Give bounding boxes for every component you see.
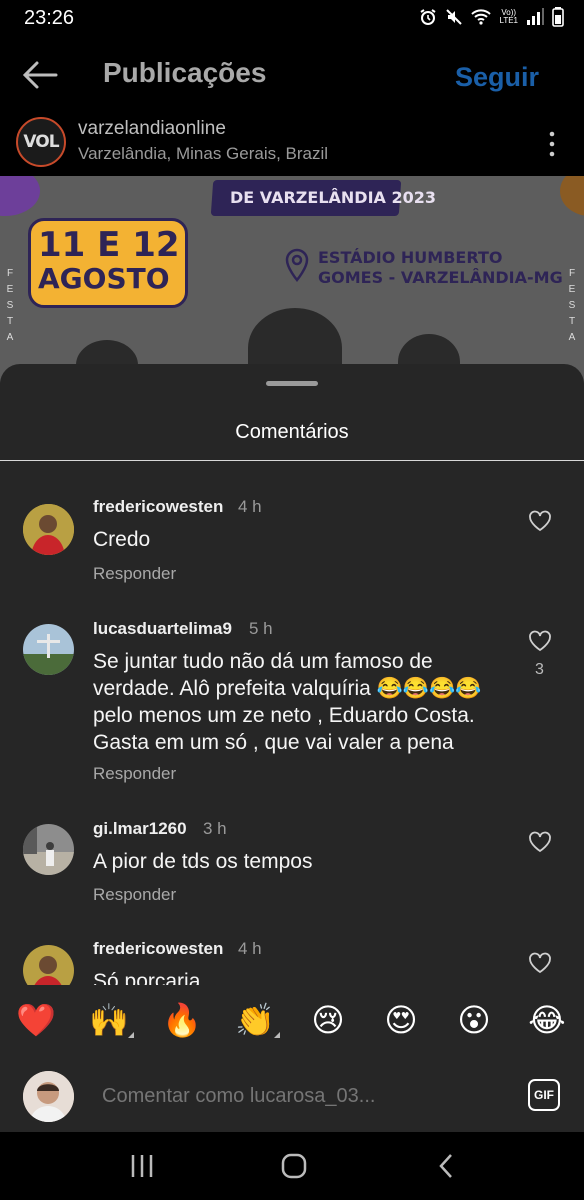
reaction-heart-eyes[interactable]: 😍: [379, 1000, 423, 1040]
commenter-avatar[interactable]: [23, 624, 74, 675]
reaction-raised-hands[interactable]: 🙌: [87, 1000, 131, 1040]
poster-banner-text: DE VARZELÂNDIA 2023: [230, 188, 436, 207]
system-nav-bar: [0, 1132, 584, 1200]
divider: [0, 460, 584, 461]
poster-dates-line1: 11 E 12: [38, 225, 180, 265]
comment-time: 5 h: [249, 619, 273, 638]
status-bar: 23:26 Vo)) LTE1: [0, 0, 584, 38]
comment-input[interactable]: [102, 1085, 502, 1108]
poster-venue-line2: GOMES - VARZELÂNDIA-MG: [318, 268, 563, 287]
quick-reactions-bar: ❤️ 🙌 🔥 👏 😢 😍 😮 😂: [0, 990, 584, 1052]
reaction-surprised[interactable]: 😮: [452, 1000, 496, 1040]
reaction-heart[interactable]: ❤️: [14, 1000, 58, 1040]
comment-username[interactable]: fredericowesten: [93, 497, 223, 517]
avatar-photo: [23, 624, 74, 675]
wifi-icon: [471, 9, 492, 25]
back-arrow-icon[interactable]: [22, 60, 58, 90]
network-label: Vo)) LTE1: [499, 8, 518, 25]
poster-decoration: [0, 176, 40, 216]
post-image[interactable]: DE VARZELÂNDIA 2023 11 E 12 AGOSTO ESTÁD…: [0, 176, 584, 386]
avatar-photo: [23, 504, 74, 555]
location-pin-icon: [285, 248, 309, 282]
skin-tone-indicator: [128, 1032, 134, 1038]
recent-apps-icon[interactable]: [130, 1152, 154, 1180]
comment-item: lucasduartelima9 5 h Se juntar tudo não …: [0, 612, 584, 792]
comment-text: A pior de tds os tempos: [93, 850, 313, 873]
top-app-bar: Publicações Seguir: [0, 38, 584, 110]
post-location[interactable]: Varzelândia, Minas Gerais, Brazil: [78, 144, 328, 164]
battery-icon: [552, 7, 564, 27]
skin-tone-indicator: [274, 1032, 280, 1038]
comment-text: Credo: [93, 528, 151, 551]
account-avatar[interactable]: VOL: [16, 117, 66, 167]
comment-text: Se juntar tudo não dá um famoso de verda…: [93, 650, 482, 754]
like-heart-icon[interactable]: [528, 510, 552, 532]
poster-venue-line1: ESTÁDIO HUMBERTO: [318, 248, 503, 267]
my-avatar: [23, 1071, 74, 1122]
comment-time: 4 h: [238, 939, 262, 958]
reaction-laughing[interactable]: 😂: [525, 1000, 569, 1040]
comment-item: fredericowesten 4 h Credo Responder: [0, 490, 584, 590]
avatar-photo: [23, 945, 74, 985]
signal-icon: [527, 8, 544, 25]
avatar-photo: [23, 824, 74, 875]
drag-handle[interactable]: [266, 381, 318, 386]
commenter-avatar[interactable]: [23, 945, 74, 985]
comment-time: 3 h: [203, 819, 227, 838]
comment-username[interactable]: fredericowesten: [93, 939, 223, 959]
more-options-icon[interactable]: [545, 128, 559, 160]
comment-item: gi.lmar1260 3 h A pior de tds os tempos …: [0, 812, 584, 912]
status-icons: Vo)) LTE1: [419, 6, 564, 28]
commenter-avatar[interactable]: [23, 504, 74, 555]
mute-icon: [446, 9, 463, 25]
poster-dates-line2: AGOSTO: [38, 262, 170, 295]
reply-button[interactable]: Responder: [93, 764, 176, 784]
reply-button[interactable]: Responder: [93, 564, 176, 584]
reply-button[interactable]: Responder: [93, 885, 176, 905]
like-heart-icon[interactable]: [528, 831, 552, 853]
poster-dates-text: 11 E 12 AGOSTO: [38, 228, 180, 296]
comment-username[interactable]: gi.lmar1260: [93, 819, 187, 839]
avatar-photo: [23, 1071, 74, 1122]
like-count: 3: [535, 661, 544, 678]
poster-side-text: FESTA: [568, 268, 576, 343]
gif-button[interactable]: GIF: [528, 1079, 560, 1111]
home-icon[interactable]: [280, 1152, 308, 1180]
back-icon[interactable]: [436, 1152, 456, 1180]
like-heart-icon[interactable]: [528, 630, 552, 652]
comments-title: Comentários: [235, 421, 349, 443]
poster-side-text: FESTA: [6, 268, 14, 343]
commenter-avatar[interactable]: [23, 824, 74, 875]
reaction-fire[interactable]: 🔥: [160, 1000, 204, 1040]
comment-time: 4 h: [238, 497, 262, 516]
alarm-icon: [420, 9, 437, 25]
follow-button[interactable]: Seguir: [455, 62, 539, 93]
reaction-crying[interactable]: 😢: [306, 1000, 350, 1040]
comment-username[interactable]: lucasduartelima9: [93, 619, 232, 639]
reaction-clapping[interactable]: 👏: [233, 1000, 277, 1040]
comment-text: Só porcaria: [93, 970, 201, 985]
status-time: 23:26: [24, 7, 75, 29]
like-heart-icon[interactable]: [528, 952, 552, 974]
page-title: Publicações: [103, 57, 267, 88]
poster-decoration: [560, 176, 584, 216]
post-header: VOL varzelandiaonline Varzelândia, Minas…: [0, 110, 584, 176]
comment-composer: GIF: [0, 1052, 584, 1132]
avatar-logo-text: VOL: [23, 132, 59, 152]
poster-venue: ESTÁDIO HUMBERTO GOMES - VARZELÂNDIA-MG: [318, 248, 563, 288]
comment-item: fredericowesten 4 h Só porcaria: [0, 933, 584, 985]
post-username[interactable]: varzelandiaonline: [78, 118, 226, 140]
